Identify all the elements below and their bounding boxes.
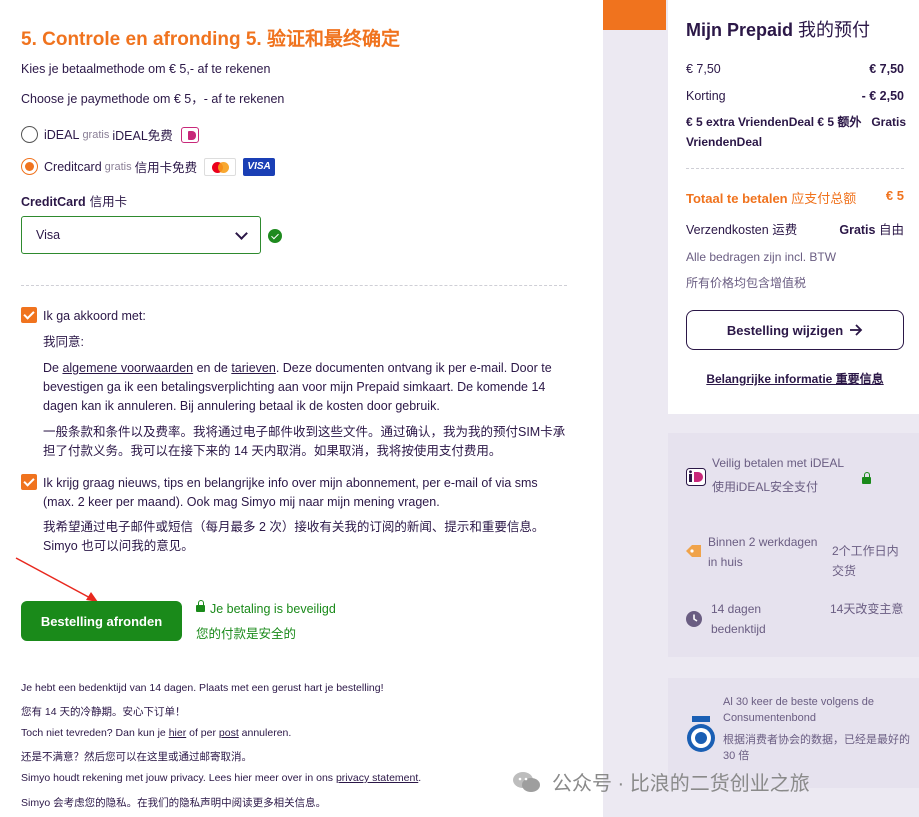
- card-type-select[interactable]: Visa: [21, 216, 261, 254]
- total-row: Totaal te betalen 应支付总额 € 5: [686, 188, 904, 206]
- feature-delivery-zh: 2个工作日内交货: [832, 544, 899, 578]
- divider: [21, 285, 567, 286]
- finish-order-button[interactable]: Bestelling afronden: [21, 601, 182, 641]
- terms-text: De algemene voorwaarden en de tarieven. …: [43, 361, 552, 413]
- valid-check-icon: [268, 229, 282, 243]
- change-order-button[interactable]: Bestelling wijzigen: [686, 310, 904, 350]
- rating-text-zh: 根据消费者协会的数据，已经是最好的 30 倍: [723, 734, 910, 762]
- summary-divider: [686, 168, 904, 169]
- card-type-value: Visa: [36, 228, 61, 242]
- clock-icon: [686, 611, 702, 627]
- checkout-page: 5. Controle en afronding 5. 验证和最终确定 Kies…: [0, 0, 919, 817]
- summary-title: Mijn Prepaid 我的预付: [686, 20, 871, 40]
- creditcard-label: Creditcard: [44, 159, 102, 174]
- watermark: 公众号 · 比浪的二货创业之旅: [512, 767, 810, 796]
- payment-instruction: Kies je betaalmethode om € 5,- af te rek…: [21, 62, 271, 76]
- creditcard-gratis: gratis: [104, 160, 132, 173]
- feature-delivery: Binnen 2 werkdagen in huis: [708, 535, 818, 569]
- lock-icon: [196, 600, 205, 612]
- footer-cooling-off-zh: 您有 14 天的冷静期。安心下订单！: [21, 706, 186, 718]
- checkout-main: 5. Controle en afronding 5. 验证和最终确定 Kies…: [0, 0, 603, 817]
- vat-note-zh: 所有价格均包含增值税: [686, 276, 807, 290]
- lock-icon: [862, 472, 871, 484]
- cancel-post-link[interactable]: post: [219, 727, 239, 739]
- features-panel: Veilig betalen met iDEAL 使用iDEAL安全支付 Binn…: [668, 433, 919, 657]
- delivery-icon: [686, 545, 701, 557]
- order-summary: Mijn Prepaid 我的预付 € 7,50 € 7,50 Korting - …: [668, 0, 919, 414]
- terms-text-zh: 一般条款和条件以及费率。我将通过电子邮件收到这些文件。通过确认，我为我的预付SI…: [43, 425, 566, 458]
- chevron-down-icon: [235, 227, 248, 240]
- feature-cooling-off: 14 dagen bedenktijd: [711, 602, 766, 636]
- wechat-icon: [513, 771, 540, 792]
- footer-cooling-off: Je hebt een bedenktijd van 14 dagen. Pla…: [21, 682, 384, 694]
- price-row: € 7,50 € 7,50: [686, 62, 904, 76]
- ideal-logo-icon: [180, 126, 199, 143]
- terms-checkbox[interactable]: [21, 307, 37, 323]
- creditcard-radio[interactable]: [21, 158, 38, 175]
- newsletter-checkbox[interactable]: [21, 474, 37, 490]
- rates-link[interactable]: tarieven: [231, 361, 275, 375]
- ideal-label-zh: iDEAL免费: [112, 129, 173, 143]
- payment-option-ideal[interactable]: iDEAL gratis iDEAL免费: [21, 125, 199, 144]
- vat-note: Alle bedragen zijn incl. BTW: [686, 250, 837, 264]
- cancel-here-link[interactable]: hier: [169, 727, 187, 739]
- newsletter-text-zh: 我希望通过电子邮件或短信（每月最多 2 次）接收有关我的订阅的新闻、提示和重要信…: [43, 520, 545, 553]
- creditcard-label-zh: 信用卡免费: [134, 161, 198, 175]
- important-info-link[interactable]: Belangrijke informatie 重要信息: [686, 370, 904, 387]
- discount-row: Korting - € 2,50: [686, 89, 904, 103]
- newsletter-text: Ik krijg graag nieuws, tips en belangrij…: [43, 476, 538, 509]
- consumentenbond-badge-icon: [687, 716, 715, 752]
- footer-cancel: Toch niet tevreden? Dan kun je hier of p…: [21, 727, 292, 739]
- footer-cancel-zh: 还是不满意？然后您可以在这里或通过邮寄取消。: [21, 751, 252, 763]
- payment-option-creditcard[interactable]: Creditcard gratis 信用卡免费 VISA: [21, 157, 276, 176]
- deal-row: Gratis € 5 extra VriendenDeal € 5 额外 Vri…: [686, 115, 906, 149]
- rating-text: Al 30 keer de beste volgens de Consument…: [723, 696, 875, 724]
- page-title: 5. Controle en afronding 5. 验证和最终确定: [21, 29, 400, 50]
- accent-bar: [603, 0, 666, 30]
- visa-logo-icon: VISA: [243, 157, 276, 176]
- feature-ideal: Veilig betalen met iDEAL 使用iDEAL安全支付: [712, 456, 845, 494]
- secure-payment-note: Je betaling is beveiligd 您的付款是安全的: [196, 600, 336, 641]
- terms-title: Ik ga akkoord met:: [43, 309, 146, 323]
- ideal-icon: [686, 468, 706, 486]
- feature-cooling-off-zh: 14天改变主意: [830, 602, 904, 616]
- payment-instruction-en: Choose je paymethode om € 5，- af te reke…: [21, 92, 285, 106]
- arrow-right-icon: [850, 324, 863, 336]
- creditcard-field-label: CreditCard 信用卡: [21, 195, 128, 209]
- ideal-label: iDEAL: [44, 127, 80, 142]
- red-arrow-annotation: [15, 557, 98, 602]
- ideal-radio[interactable]: [21, 126, 38, 143]
- mastercard-logo-icon: [204, 157, 237, 176]
- ideal-gratis: gratis: [82, 128, 110, 141]
- terms-title-zh: 我同意:: [43, 335, 84, 349]
- privacy-statement-link[interactable]: privacy statement: [336, 772, 418, 784]
- shipping-row: Verzendkosten 运费 Gratis 自由: [686, 223, 904, 237]
- footer-privacy-zh: Simyo 会考虑您的隐私。在我们的隐私声明中阅读更多相关信息。: [21, 797, 327, 809]
- footer-privacy: Simyo houdt rekening met jouw privacy. L…: [21, 772, 422, 784]
- general-terms-link[interactable]: algemene voorwaarden: [62, 361, 193, 375]
